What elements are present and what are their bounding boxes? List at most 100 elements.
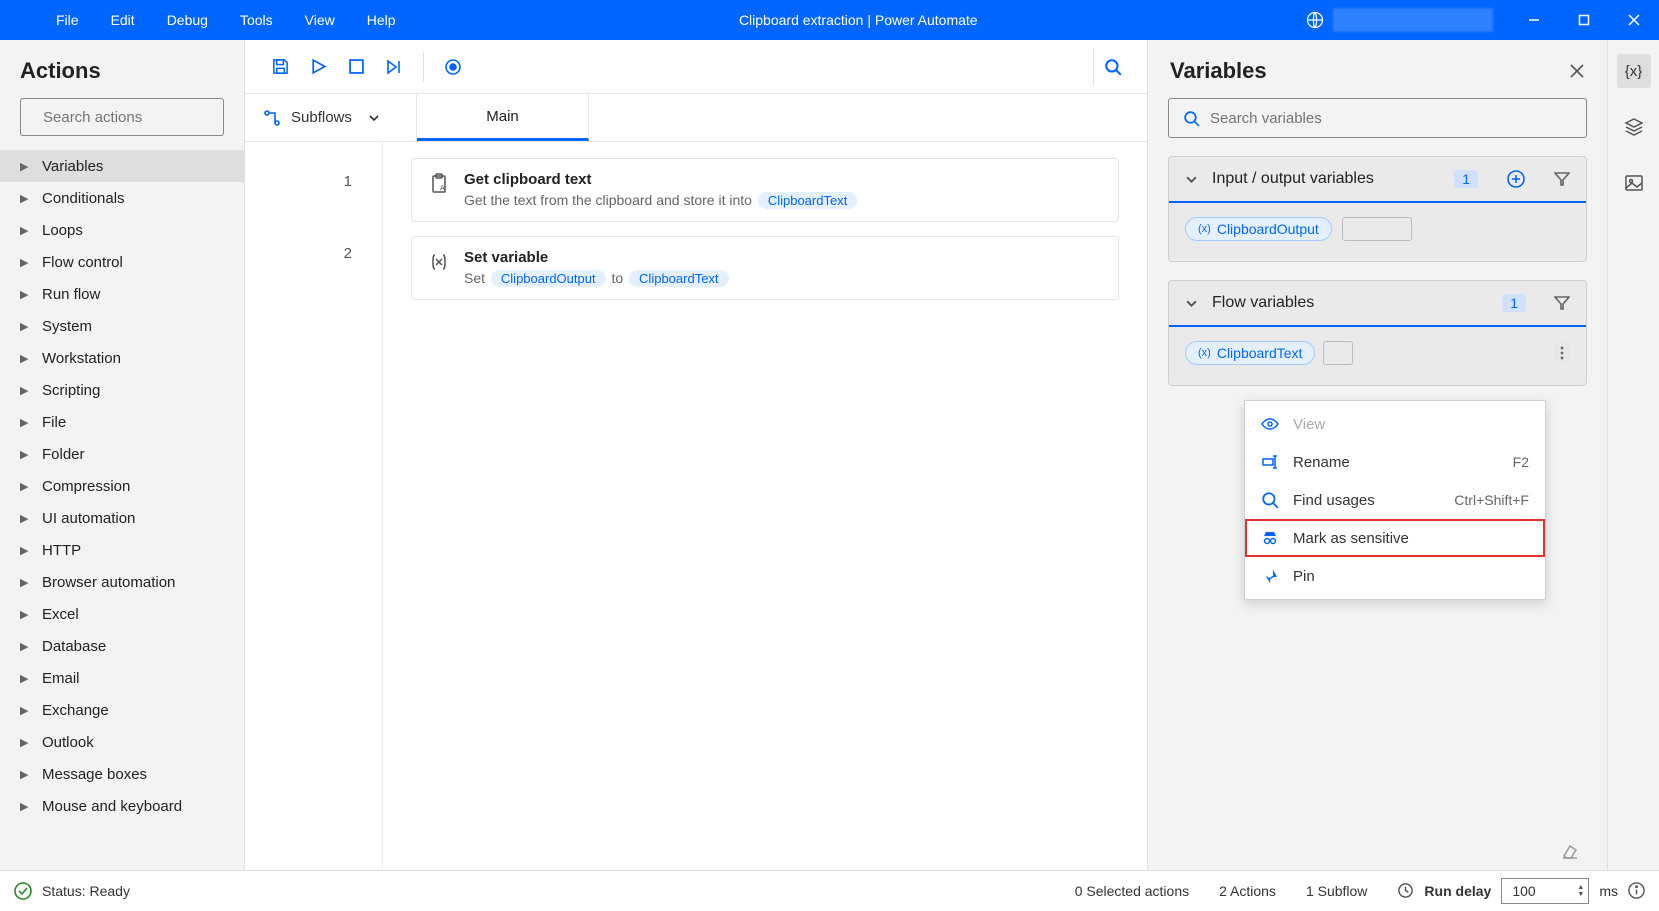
environment-icon (1305, 10, 1325, 30)
clock-icon (1397, 882, 1414, 899)
toolbar-separator (423, 52, 424, 82)
rail-images-button[interactable] (1617, 166, 1651, 200)
flow-search-button[interactable] (1093, 48, 1131, 86)
close-panel-button[interactable] (1569, 63, 1585, 79)
menu-debug[interactable]: Debug (151, 0, 224, 40)
info-icon[interactable] (1628, 882, 1645, 899)
actions-count: 2 Actions (1219, 883, 1276, 899)
filter-icon[interactable] (1554, 295, 1570, 311)
action-category-email[interactable]: ▶Email (0, 662, 244, 694)
chevron-down-icon[interactable] (1185, 297, 1198, 310)
rail-layers-button[interactable] (1617, 110, 1651, 144)
steps-container: A Get clipboard text Get the text from t… (383, 142, 1147, 870)
variable-dropzone[interactable] (1342, 217, 1412, 241)
search-icon (1261, 491, 1279, 509)
action-category-browser-automation[interactable]: ▶Browser automation (0, 566, 244, 598)
record-button[interactable] (434, 48, 472, 86)
action-category-mouse-and-keyboard[interactable]: ▶Mouse and keyboard (0, 790, 244, 822)
action-category-system[interactable]: ▶System (0, 310, 244, 342)
action-category-http[interactable]: ▶HTTP (0, 534, 244, 566)
step-get-clipboard[interactable]: A Get clipboard text Get the text from t… (411, 158, 1119, 222)
run-button[interactable] (299, 48, 337, 86)
step-title: Set variable (464, 249, 731, 266)
add-variable-button[interactable] (1506, 169, 1526, 189)
status-ok-icon (14, 882, 32, 900)
variable-clipboardoutput[interactable]: (x) ClipboardOutput (1185, 217, 1332, 241)
menu-file[interactable]: File (40, 0, 95, 40)
rail-variables-button[interactable]: {x} (1617, 54, 1651, 88)
menu-edit[interactable]: Edit (95, 0, 151, 40)
stop-button[interactable] (337, 48, 375, 86)
variable-context-menu: ViewRenameF2Find usagesCtrl+Shift+FMark … (1244, 400, 1546, 600)
variable-more-button[interactable] (1554, 342, 1570, 364)
action-category-folder[interactable]: ▶Folder (0, 438, 244, 470)
subflows-label: Subflows (291, 109, 352, 126)
clipboard-icon: A (428, 173, 450, 195)
variables-search-input[interactable] (1210, 110, 1572, 127)
line-number: 1 (245, 170, 352, 242)
variable-clipboardtext[interactable]: (x) ClipboardText (1185, 341, 1315, 365)
line-number: 2 (245, 242, 352, 314)
save-button[interactable] (261, 48, 299, 86)
chevron-down-icon[interactable] (1185, 173, 1198, 186)
action-category-flow-control[interactable]: ▶Flow control (0, 246, 244, 278)
action-category-compression[interactable]: ▶Compression (0, 470, 244, 502)
action-category-excel[interactable]: ▶Excel (0, 598, 244, 630)
spinner-buttons[interactable]: ▲▼ (1577, 884, 1584, 898)
actions-search[interactable] (20, 98, 224, 136)
step-title: Get clipboard text (464, 171, 859, 188)
ctx-mark-as-sensitive[interactable]: Mark as sensitive (1245, 519, 1545, 557)
titlebar: File Edit Debug Tools View Help Clipboar… (0, 0, 1659, 40)
variables-search[interactable] (1168, 98, 1587, 138)
ctx-pin[interactable]: Pin (1245, 557, 1545, 595)
svg-text:A: A (440, 185, 445, 192)
ctx-rename[interactable]: RenameF2 (1245, 443, 1545, 481)
action-category-scripting[interactable]: ▶Scripting (0, 374, 244, 406)
search-icon (1183, 110, 1200, 127)
action-category-file[interactable]: ▶File (0, 406, 244, 438)
action-category-outlook[interactable]: ▶Outlook (0, 726, 244, 758)
step-button[interactable] (375, 48, 413, 86)
rename-icon (1261, 453, 1279, 471)
minimize-button[interactable] (1509, 0, 1559, 40)
flow-variables-section: Flow variables 1 (x) ClipboardText (1168, 280, 1587, 386)
action-category-message-boxes[interactable]: ▶Message boxes (0, 758, 244, 790)
ctx-find-usages[interactable]: Find usagesCtrl+Shift+F (1245, 481, 1545, 519)
action-category-variables[interactable]: ▶Variables (0, 150, 244, 182)
step-desc: Get the text from the clipboard and stor… (464, 192, 859, 209)
action-category-conditionals[interactable]: ▶Conditionals (0, 182, 244, 214)
statusbar: Status: Ready 0 Selected actions 2 Actio… (0, 870, 1659, 910)
status-text: Status: Ready (42, 883, 130, 899)
incognito-icon (1261, 529, 1279, 547)
maximize-button[interactable] (1559, 0, 1609, 40)
action-category-run-flow[interactable]: ▶Run flow (0, 278, 244, 310)
variable-chip: ClipboardText (758, 192, 858, 209)
filter-icon[interactable] (1554, 171, 1570, 187)
run-delay-input[interactable]: 100 ▲▼ (1501, 878, 1589, 904)
flow-body: 1 2 A Get clipboard text Get the text fr… (245, 142, 1147, 870)
section-count: 1 (1502, 294, 1526, 312)
variable-icon (428, 251, 450, 273)
action-category-ui-automation[interactable]: ▶UI automation (0, 502, 244, 534)
tab-main[interactable]: Main (417, 94, 589, 141)
menu-help[interactable]: Help (351, 0, 412, 40)
subflows-button[interactable]: Subflows (245, 94, 417, 141)
variable-dropzone[interactable] (1323, 341, 1353, 365)
selected-actions-count: 0 Selected actions (1075, 883, 1189, 899)
run-delay-label: Run delay (1424, 883, 1491, 899)
actions-list[interactable]: ▶Variables▶Conditionals▶Loops▶Flow contr… (0, 150, 244, 870)
action-category-exchange[interactable]: ▶Exchange (0, 694, 244, 726)
menu-view[interactable]: View (289, 0, 351, 40)
flow-editor: Subflows Main 1 2 A Get clipboard text G… (245, 40, 1147, 870)
clear-variables-button[interactable] (1561, 842, 1579, 860)
action-category-loops[interactable]: ▶Loops (0, 214, 244, 246)
step-set-variable[interactable]: Set variable Set ClipboardOutput to Clip… (411, 236, 1119, 300)
close-button[interactable] (1609, 0, 1659, 40)
menu-tools[interactable]: Tools (224, 0, 289, 40)
window-controls (1305, 0, 1659, 40)
side-rail: {x} (1607, 40, 1659, 870)
actions-search-input[interactable] (43, 109, 242, 126)
action-category-workstation[interactable]: ▶Workstation (0, 342, 244, 374)
action-category-database[interactable]: ▶Database (0, 630, 244, 662)
window-title: Clipboard extraction | Power Automate (412, 12, 1305, 28)
